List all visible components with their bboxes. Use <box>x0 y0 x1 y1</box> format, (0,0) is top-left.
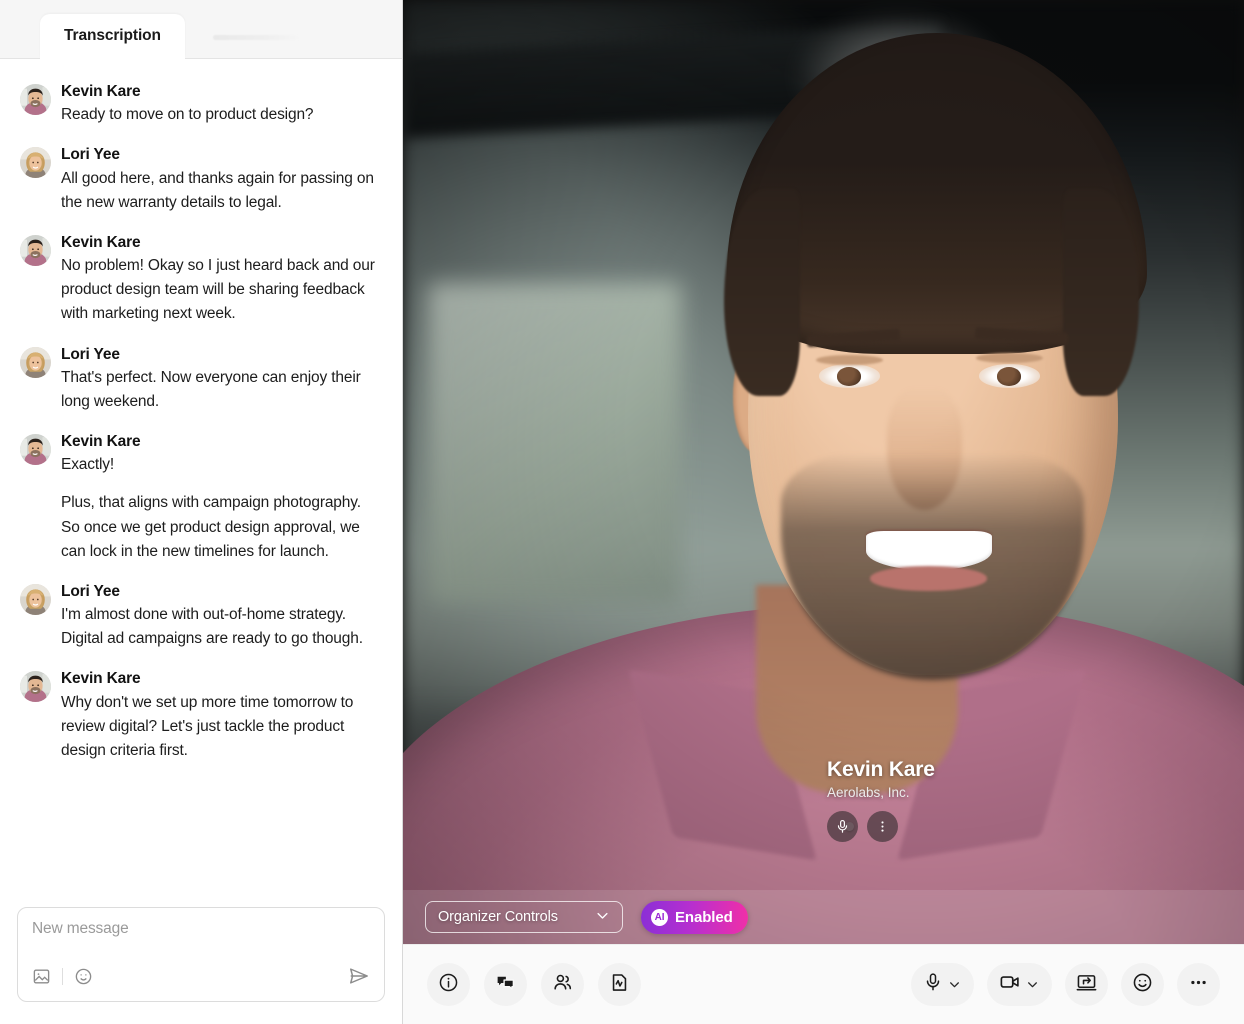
transcript-utterance: Ready to move on to product design? <box>61 103 382 127</box>
microphone-button[interactable] <box>911 963 974 1006</box>
emoji-icon[interactable] <box>74 967 93 986</box>
transcript-speaker-name: Lori Yee <box>61 344 382 366</box>
participant-overlay-buttons <box>827 811 935 842</box>
transcript-entry: Kevin KareNo problem! Okay so I just hea… <box>20 232 382 327</box>
reactions-button[interactable] <box>1121 963 1164 1006</box>
transcript-list[interactable]: Kevin KareReady to move on to product de… <box>0 59 402 907</box>
participants-button[interactable] <box>541 963 584 1006</box>
organizer-controls-label: Organizer Controls <box>438 909 558 925</box>
transcript-utterance: No problem! Okay so I just heard back an… <box>61 254 382 326</box>
image-icon[interactable] <box>32 967 51 986</box>
organizer-controls-dropdown[interactable]: Organizer Controls <box>425 901 623 933</box>
chevron-down-icon[interactable] <box>1026 978 1039 991</box>
transcript-entry: Lori YeeAll good here, and thanks again … <box>20 144 382 215</box>
composer-toolbar <box>32 965 370 1001</box>
chat-bubbles-icon <box>495 972 516 998</box>
video-tile-kevin-kare[interactable]: Kevin Kare Aerolabs, Inc. <box>403 0 1244 944</box>
participant-organization: Aerolabs, Inc. <box>827 785 935 800</box>
composer-wrapper: New message <box>0 907 402 1024</box>
stage-area: Kevin Kare Aerolabs, Inc. <box>403 0 1244 1024</box>
meeting-app-window: Transcription Kevin KareReady to move on… <box>0 0 1244 1024</box>
composer-divider <box>62 968 63 985</box>
emoji-icon <box>1132 972 1153 998</box>
video-vignette <box>403 0 1244 944</box>
meeting-info-button[interactable] <box>427 963 470 1006</box>
chevron-down-icon <box>595 908 610 927</box>
avatar <box>20 671 51 702</box>
transcript-entry: Lori YeeThat's perfect. Now everyone can… <box>20 344 382 415</box>
send-icon[interactable] <box>348 965 370 987</box>
transcript-speaker-name: Kevin Kare <box>61 431 382 453</box>
avatar <box>20 584 51 615</box>
transcript-entry: Kevin KareExactly! Plus, that aligns with… <box>20 431 382 564</box>
avatar <box>20 347 51 378</box>
transcript-entry: Kevin KareWhy don't we set up more time … <box>20 668 382 763</box>
microphone-icon <box>923 972 943 997</box>
transcript-entry: Lori YeeI'm almost done with out-of-home… <box>20 581 382 652</box>
transcript-entry-body: Kevin KareExactly! Plus, that aligns with… <box>61 431 382 564</box>
ai-enabled-pill[interactable]: AI Enabled <box>641 901 748 934</box>
transcript-speaker-name: Kevin Kare <box>61 232 382 254</box>
people-icon <box>552 972 573 998</box>
new-message-input[interactable]: New message <box>32 920 370 938</box>
avatar <box>20 235 51 266</box>
message-composer[interactable]: New message <box>17 907 385 1002</box>
transcript-utterance: Why don't we set up more time tomorrow t… <box>61 691 382 763</box>
screen-share-icon <box>1076 972 1097 998</box>
transcript-utterance: That's perfect. Now everyone can enjoy t… <box>61 366 382 414</box>
more-horizontal-icon <box>1188 972 1209 998</box>
transcript-entry-body: Lori YeeThat's perfect. Now everyone can… <box>61 344 382 415</box>
avatar <box>20 147 51 178</box>
panel-tabbar: Transcription <box>0 0 402 59</box>
transcript-utterance: All good here, and thanks again for pass… <box>61 167 382 215</box>
transcript-speaker-name: Kevin Kare <box>61 81 382 103</box>
transcription-panel: Transcription Kevin KareReady to move on… <box>0 0 403 1024</box>
transcript-entry-body: Kevin KareWhy don't we set up more time … <box>61 668 382 763</box>
transcript-speaker-name: Lori Yee <box>61 581 382 603</box>
toolbar-left-group <box>427 963 641 1006</box>
participant-name: Kevin Kare <box>827 758 935 782</box>
transcript-entry-body: Lori YeeAll good here, and thanks again … <box>61 144 382 215</box>
transcript-entry: Kevin KareReady to move on to product de… <box>20 81 382 127</box>
meeting-toolbar <box>403 944 1244 1024</box>
transcript-entry-body: Lori YeeI'm almost done with out-of-home… <box>61 581 382 652</box>
transcript-entry-body: Kevin KareReady to move on to product de… <box>61 81 382 127</box>
chat-button[interactable] <box>484 963 527 1006</box>
organizer-controls-bar: Organizer Controls AI Enabled <box>403 890 1244 944</box>
tab-transcription[interactable]: Transcription <box>40 14 185 58</box>
transcript-speaker-name: Kevin Kare <box>61 668 382 690</box>
participant-name-overlay: Kevin Kare Aerolabs, Inc. <box>827 758 935 842</box>
document-waveform-icon <box>609 972 630 998</box>
ai-badge-icon: AI <box>651 909 668 926</box>
chevron-down-icon[interactable] <box>948 978 961 991</box>
ai-enabled-label: Enabled <box>675 909 733 926</box>
participant-more-button[interactable] <box>867 811 898 842</box>
camera-button[interactable] <box>987 963 1052 1006</box>
video-camera-icon <box>999 971 1021 998</box>
share-screen-button[interactable] <box>1065 963 1108 1006</box>
toolbar-right-group <box>911 963 1220 1006</box>
info-icon <box>438 972 459 998</box>
avatar <box>20 434 51 465</box>
transcript-utterance: Plus, that aligns with campaign photogra… <box>61 491 382 563</box>
tab-placeholder[interactable] <box>213 35 301 40</box>
transcript-utterance: Exactly! <box>61 453 382 477</box>
participant-mute-button[interactable] <box>827 811 858 842</box>
tab-transcription-label: Transcription <box>64 27 161 45</box>
avatar <box>20 84 51 115</box>
transcript-utterance: I'm almost done with out-of-home strateg… <box>61 603 382 651</box>
ai-notes-button[interactable] <box>598 963 641 1006</box>
transcript-entry-body: Kevin KareNo problem! Okay so I just hea… <box>61 232 382 327</box>
transcript-speaker-name: Lori Yee <box>61 144 382 166</box>
more-options-button[interactable] <box>1177 963 1220 1006</box>
